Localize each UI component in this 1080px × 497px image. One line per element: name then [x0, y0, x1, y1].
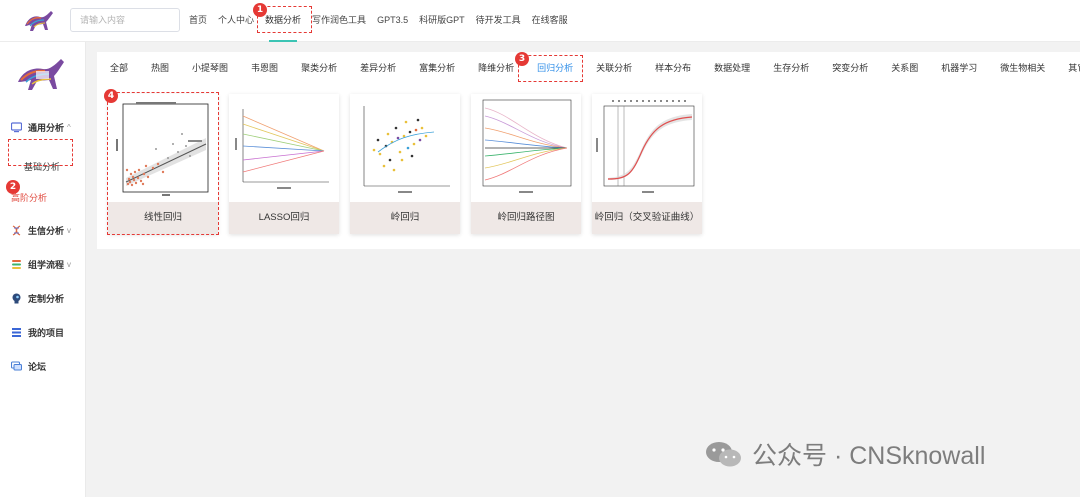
tab-data-processing[interactable]: 数据处理 — [714, 52, 750, 85]
sidebar-item-label: 通用分析 — [28, 123, 65, 133]
card-lasso-regression[interactable]: LASSO回归 — [229, 94, 339, 234]
top-nav: 首页 个人中心 数据分析 写作润色工具 GPT3.5 科研版GPT 待开发工具 … — [186, 0, 576, 42]
highlight-box-card — [107, 92, 219, 235]
ridge-scatter-thumbnail — [350, 94, 460, 202]
tab-differential[interactable]: 差异分析 — [360, 52, 396, 85]
sidebar-item-custom-analysis[interactable]: 定制分析 — [11, 292, 64, 305]
highlight-box-sidebar — [8, 139, 73, 166]
nav-writing-tools[interactable]: 写作润色工具 — [309, 0, 369, 42]
monitor-icon — [11, 122, 22, 133]
cv-curve-thumbnail — [592, 94, 702, 202]
wechat-icon — [706, 442, 741, 467]
tab-dimension-reduction[interactable]: 降维分析 — [478, 52, 514, 85]
nav-home[interactable]: 首页 — [186, 0, 210, 42]
tab-association[interactable]: 关联分析 — [596, 52, 632, 85]
nav-upcoming-tools[interactable]: 待开发工具 — [473, 0, 524, 42]
tab-enrichment[interactable]: 富集分析 — [419, 52, 455, 85]
sidebar-item-forum[interactable]: 论坛 — [11, 360, 46, 373]
card-label: 岭回归 — [350, 202, 460, 234]
sidebar-item-bioinfo-analysis[interactable]: 生信分析 v — [11, 224, 71, 237]
sidebar-logo[interactable] — [14, 54, 70, 94]
tab-sample-distribution[interactable]: 样本分布 — [655, 52, 691, 85]
sidebar-item-label: 我的项目 — [28, 328, 65, 338]
tab-relationship[interactable]: 关系图 — [891, 52, 918, 85]
content-panel: 全部 热图 小提琴图 韦恩图 聚类分析 差异分析 富集分析 降维分析 回归分析 … — [97, 52, 1080, 249]
watermark: 公众号 · CNSknowall — [704, 436, 985, 472]
sidebar-item-label: 生信分析 — [28, 226, 65, 236]
step-badge-3: 3 — [515, 52, 529, 66]
sidebar: 通用分析 ^ 基础分析 高阶分析 生信分析 v 组学流程 v 定制分析 我的项目… — [0, 42, 86, 497]
top-bar: 首页 个人中心 数据分析 写作润色工具 GPT3.5 科研版GPT 待开发工具 … — [0, 0, 1080, 42]
sidebar-item-omics-pipeline[interactable]: 组学流程 v — [11, 258, 71, 271]
lasso-lines-thumbnail — [229, 94, 339, 202]
chevron-down-icon: v — [67, 260, 72, 269]
card-ridge-cv-curve[interactable]: 岭回归（交叉验证曲线） — [592, 94, 702, 234]
list-icon — [12, 328, 21, 337]
card-label: LASSO回归 — [229, 202, 339, 234]
card-ridge-regression[interactable]: 岭回归 — [350, 94, 460, 234]
watermark-text: 公众号 · CNSknowall — [752, 442, 986, 470]
sidebar-item-label: 定制分析 — [28, 294, 65, 304]
tab-all[interactable]: 全部 — [110, 52, 128, 85]
card-label: 岭回归路径图 — [471, 202, 581, 234]
sidebar-item-label: 组学流程 — [28, 260, 65, 270]
head-icon — [12, 293, 21, 304]
tab-violin[interactable]: 小提琴图 — [192, 52, 228, 85]
chevron-down-icon: v — [67, 226, 72, 235]
card-ridge-path[interactable]: 岭回归路径图 — [471, 94, 581, 234]
card-label: 岭回归（交叉验证曲线） — [592, 202, 702, 234]
chat-icon — [11, 361, 22, 371]
nav-research-gpt[interactable]: 科研版GPT — [416, 0, 468, 42]
category-tabs: 全部 热图 小提琴图 韦恩图 聚类分析 差异分析 富集分析 降维分析 回归分析 … — [97, 52, 1080, 85]
dna-icon — [12, 225, 21, 236]
tab-heatmap[interactable]: 热图 — [151, 52, 169, 85]
sidebar-item-label: 论坛 — [28, 362, 47, 372]
nav-gpt35[interactable]: GPT3.5 — [374, 0, 411, 42]
tab-machine-learning[interactable]: 机器学习 — [941, 52, 977, 85]
tab-venn[interactable]: 韦恩图 — [251, 52, 278, 85]
sidebar-item-my-projects[interactable]: 我的项目 — [11, 326, 64, 339]
layers-icon — [12, 260, 21, 269]
tab-microbiome[interactable]: 微生物相关 — [1000, 52, 1045, 85]
step-badge-1: 1 — [253, 3, 267, 17]
tab-mutation[interactable]: 突变分析 — [832, 52, 868, 85]
nav-online-support[interactable]: 在线客服 — [529, 0, 571, 42]
sidebar-item-general-analysis[interactable]: 通用分析 ^ — [11, 121, 71, 134]
step-badge-2: 2 — [6, 180, 20, 194]
tab-clustering[interactable]: 聚类分析 — [301, 52, 337, 85]
logo[interactable] — [22, 6, 56, 34]
nav-personal-center[interactable]: 个人中心 — [215, 0, 257, 42]
ridge-path-thumbnail — [471, 94, 581, 202]
tab-survival[interactable]: 生存分析 — [773, 52, 809, 85]
search-input[interactable] — [70, 8, 180, 32]
tab-other[interactable]: 其它 — [1068, 52, 1080, 85]
step-badge-4: 4 — [104, 89, 118, 103]
chevron-up-icon: ^ — [67, 123, 71, 132]
